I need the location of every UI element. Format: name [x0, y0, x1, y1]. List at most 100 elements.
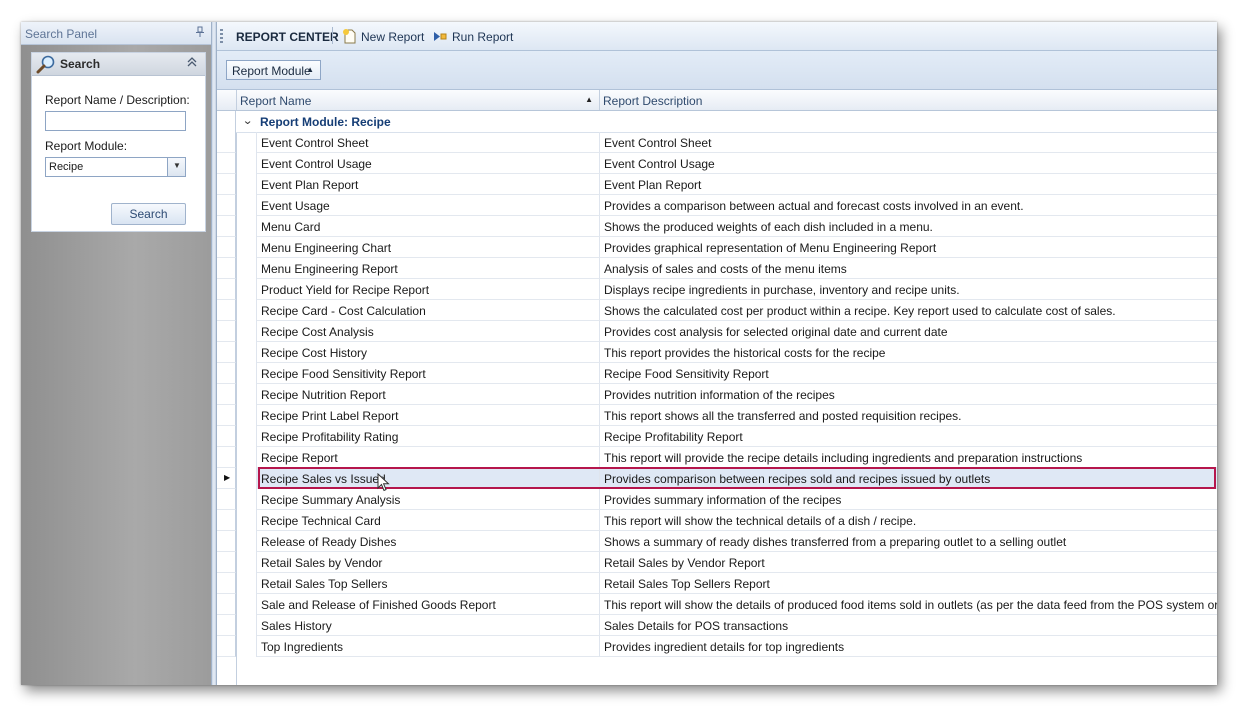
- row-indicator[interactable]: [217, 132, 236, 153]
- table-row[interactable]: Recipe Card - Cost Calculation Shows the …: [217, 300, 1217, 321]
- table-row[interactable]: Recipe Print Label Report This report sho…: [217, 405, 1217, 426]
- cell-report-description[interactable]: This report will show the technical deta…: [600, 510, 1217, 531]
- cell-report-description[interactable]: Shows a summary of ready dishes transfer…: [600, 531, 1217, 552]
- cell-report-description[interactable]: Recipe Food Sensitivity Report: [600, 363, 1217, 384]
- cell-report-description[interactable]: Displays recipe ingredients in purchase,…: [600, 279, 1217, 300]
- pin-icon[interactable]: [195, 26, 205, 41]
- row-indicator[interactable]: [217, 384, 236, 405]
- row-indicator[interactable]: [217, 258, 236, 279]
- table-row[interactable]: Product Yield for Recipe Report Displays …: [217, 279, 1217, 300]
- cell-report-name[interactable]: Recipe Report: [257, 447, 600, 468]
- row-indicator[interactable]: [217, 405, 236, 426]
- row-indicator[interactable]: [217, 300, 236, 321]
- cell-report-description[interactable]: Event Control Usage: [600, 153, 1217, 174]
- cell-report-description[interactable]: Event Control Sheet: [600, 132, 1217, 153]
- cell-report-name[interactable]: Recipe Cost History: [257, 342, 600, 363]
- row-indicator[interactable]: [217, 489, 236, 510]
- report-module-dropdown-button[interactable]: ▼: [167, 158, 185, 176]
- cell-report-description[interactable]: Provides nutrition information of the re…: [600, 384, 1217, 405]
- column-header-report-name[interactable]: Report Name ▲: [237, 90, 600, 110]
- table-row[interactable]: Retail Sales by Vendor Retail Sales by Ve…: [217, 552, 1217, 573]
- table-row[interactable]: Menu Engineering Chart Provides graphical…: [217, 237, 1217, 258]
- cell-report-name[interactable]: Recipe Food Sensitivity Report: [257, 363, 600, 384]
- cell-report-description[interactable]: This report shows all the transferred an…: [600, 405, 1217, 426]
- table-row[interactable]: Recipe Food Sensitivity Report Recipe Foo…: [217, 363, 1217, 384]
- cell-report-name[interactable]: Top Ingredients: [257, 636, 600, 657]
- search-section-header[interactable]: Search: [32, 53, 205, 76]
- run-report-button[interactable]: Run Report: [432, 25, 516, 47]
- table-row[interactable]: Menu Engineering Report Analysis of sales…: [217, 258, 1217, 279]
- cell-report-name[interactable]: Recipe Technical Card: [257, 510, 600, 531]
- row-indicator[interactable]: [217, 573, 236, 594]
- cell-report-name[interactable]: Event Plan Report: [257, 174, 600, 195]
- table-row[interactable]: Recipe Summary Analysis Provides summary …: [217, 489, 1217, 510]
- cell-report-description[interactable]: Provides comparison between recipes sold…: [600, 468, 1217, 489]
- collapse-group-chevron-icon[interactable]: ⌄: [242, 114, 253, 127]
- cell-report-name[interactable]: Recipe Nutrition Report: [257, 384, 600, 405]
- cell-report-name[interactable]: Retail Sales by Vendor: [257, 552, 600, 573]
- row-indicator[interactable]: [217, 594, 236, 615]
- table-row[interactable]: Top Ingredients Provides ingredient detai…: [217, 636, 1217, 657]
- cell-report-description[interactable]: Recipe Profitability Report: [600, 426, 1217, 447]
- row-indicator[interactable]: [217, 636, 236, 657]
- table-row[interactable]: Recipe Cost History This report provides …: [217, 342, 1217, 363]
- cell-report-name[interactable]: Recipe Summary Analysis: [257, 489, 600, 510]
- table-row[interactable]: Event Control Usage Event Control Usage: [217, 153, 1217, 174]
- row-indicator[interactable]: [217, 531, 236, 552]
- cell-report-description[interactable]: Provides a comparison between actual and…: [600, 195, 1217, 216]
- row-indicator[interactable]: [217, 195, 236, 216]
- table-row[interactable]: Event Usage Provides a comparison between…: [217, 195, 1217, 216]
- new-report-button[interactable]: New Report: [341, 25, 427, 47]
- column-header-report-description[interactable]: Report Description: [600, 90, 1217, 110]
- cell-report-description[interactable]: Provides cost analysis for selected orig…: [600, 321, 1217, 342]
- cell-report-name[interactable]: Recipe Card - Cost Calculation: [257, 300, 600, 321]
- cell-report-name[interactable]: Sale and Release of Finished Goods Repor…: [257, 594, 600, 615]
- table-row[interactable]: ▶ Recipe Sales vs Issued Provides comparis…: [217, 467, 1217, 492]
- cell-report-description[interactable]: Retail Sales by Vendor Report: [600, 552, 1217, 573]
- table-row[interactable]: Recipe Profitability Rating Recipe Profit…: [217, 426, 1217, 447]
- cell-report-name[interactable]: Recipe Print Label Report: [257, 405, 600, 426]
- cell-report-name[interactable]: Event Control Sheet: [257, 132, 600, 153]
- cell-report-description[interactable]: Shows the calculated cost per product wi…: [600, 300, 1217, 321]
- table-row[interactable]: Sales History Sales Details for POS trans…: [217, 615, 1217, 636]
- group-by-report-module-chip[interactable]: Report Module ▲: [226, 60, 321, 80]
- cell-report-description[interactable]: Retail Sales Top Sellers Report: [600, 573, 1217, 594]
- cell-report-description[interactable]: Sales Details for POS transactions: [600, 615, 1217, 636]
- table-row[interactable]: Recipe Nutrition Report Provides nutritio…: [217, 384, 1217, 405]
- cell-report-name[interactable]: Recipe Sales vs Issued: [257, 468, 600, 489]
- cell-report-name[interactable]: Menu Engineering Chart: [257, 237, 600, 258]
- row-indicator[interactable]: [217, 447, 236, 468]
- cell-report-name[interactable]: Release of Ready Dishes: [257, 531, 600, 552]
- row-indicator[interactable]: [217, 342, 236, 363]
- cell-report-description[interactable]: Provides summary information of the reci…: [600, 489, 1217, 510]
- group-row-recipe[interactable]: ⌄ Report Module: Recipe: [217, 111, 1217, 133]
- cell-report-description[interactable]: Shows the produced weights of each dish …: [600, 216, 1217, 237]
- table-row[interactable]: Event Control Sheet Event Control Sheet: [217, 132, 1217, 153]
- cell-report-description[interactable]: Provides graphical representation of Men…: [600, 237, 1217, 258]
- cell-report-description[interactable]: This report provides the historical cost…: [600, 342, 1217, 363]
- search-button[interactable]: Search: [111, 203, 186, 225]
- cell-report-description[interactable]: Event Plan Report: [600, 174, 1217, 195]
- table-row[interactable]: Recipe Technical Card This report will sh…: [217, 510, 1217, 531]
- report-module-select[interactable]: Recipe ▼: [45, 157, 186, 177]
- cell-report-name[interactable]: Product Yield for Recipe Report: [257, 279, 600, 300]
- cell-report-description[interactable]: This report will provide the recipe deta…: [600, 447, 1217, 468]
- table-row[interactable]: Release of Ready Dishes Shows a summary o…: [217, 531, 1217, 552]
- cell-report-name[interactable]: Sales History: [257, 615, 600, 636]
- cell-report-name[interactable]: Retail Sales Top Sellers: [257, 573, 600, 594]
- cell-report-name[interactable]: Menu Card: [257, 216, 600, 237]
- table-row[interactable]: Retail Sales Top Sellers Retail Sales Top…: [217, 573, 1217, 594]
- table-row[interactable]: Recipe Cost Analysis Provides cost analys…: [217, 321, 1217, 342]
- row-indicator[interactable]: [217, 216, 236, 237]
- row-indicator[interactable]: [217, 426, 236, 447]
- table-row[interactable]: Menu Card Shows the produced weights of e…: [217, 216, 1217, 237]
- row-indicator[interactable]: [217, 510, 236, 531]
- cell-report-description[interactable]: Analysis of sales and costs of the menu …: [600, 258, 1217, 279]
- row-indicator[interactable]: [217, 321, 236, 342]
- row-indicator[interactable]: [217, 615, 236, 636]
- table-row[interactable]: Sale and Release of Finished Goods Repor…: [217, 594, 1217, 615]
- row-indicator[interactable]: [217, 363, 236, 384]
- cell-report-name[interactable]: Event Control Usage: [257, 153, 600, 174]
- row-indicator[interactable]: [217, 153, 236, 174]
- cell-report-name[interactable]: Recipe Cost Analysis: [257, 321, 600, 342]
